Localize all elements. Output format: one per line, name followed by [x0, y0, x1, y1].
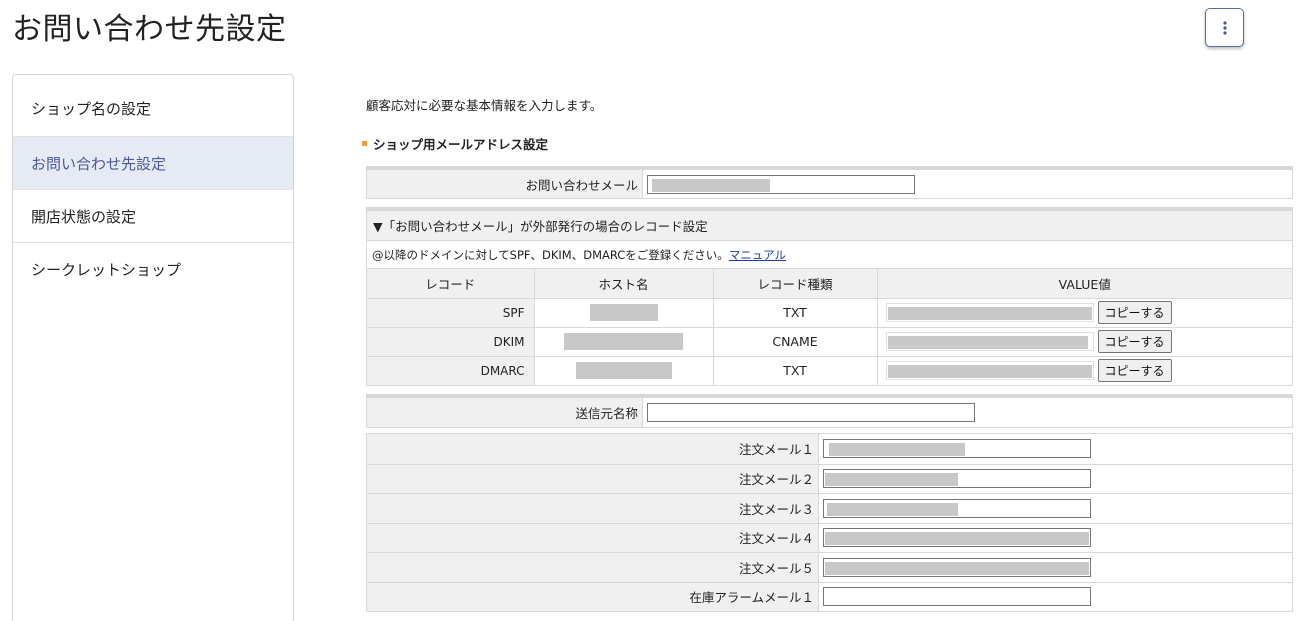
order-mail-1-input[interactable] [823, 439, 1091, 459]
manual-link[interactable]: マニュアル [729, 247, 786, 263]
order-mail-2-label: 注文メール２ [367, 464, 819, 493]
copy-button[interactable]: コピーする [1097, 359, 1172, 383]
record-type: CNAME [713, 326, 878, 356]
record-settings-note: @以降のドメインに対してSPF、DKIM、DMARCをご登録ください。 マニュア… [367, 241, 1292, 269]
contact-mail-block: お問い合わせメール [366, 166, 1293, 199]
record-type: TXT [713, 355, 878, 385]
section-title: ショップ用メールアドレス設定 [362, 134, 1293, 153]
more-options-button[interactable] [1205, 8, 1244, 47]
value-cell: コピーする [877, 297, 1292, 327]
redacted-value [825, 473, 958, 487]
table-row: DKIM CNAME コピーする [367, 326, 1292, 356]
column-header-type: レコード種類 [713, 269, 878, 299]
contact-mail-label: お問い合わせメール [367, 170, 643, 198]
contact-mail-input[interactable] [647, 174, 915, 194]
sender-name-label: 送信元名称 [367, 398, 643, 427]
settings-sidebar: ショップ名の設定 お問い合わせ先設定 開店状態の設定 シークレットショップ [12, 74, 294, 621]
intro-text: 顧客応対に必要な基本情報を入力します。 [366, 98, 603, 113]
order-mail-4-label: 注文メール４ [367, 523, 819, 552]
record-note-text: @以降のドメインに対してSPF、DKIM、DMARCをご登録ください。 [372, 247, 729, 262]
value-cell: コピーする [877, 355, 1292, 385]
record-value-field[interactable] [885, 303, 1094, 322]
column-header-value: VALUE値 [877, 269, 1292, 299]
table-row: SPF TXT コピーする [367, 297, 1292, 327]
redacted-value [887, 365, 1092, 379]
sidebar-item-label: ショップ名の設定 [31, 100, 152, 118]
square-bullet-icon [362, 141, 367, 146]
dns-record-block: ▼「お問い合わせメール」が外部発行の場合のレコード設定 @以降のドメインに対して… [366, 207, 1293, 386]
kebab-menu-icon [1222, 20, 1227, 35]
list-item: 注文メール５ [367, 552, 1292, 582]
order-mail-2-input[interactable] [823, 469, 1091, 489]
host-name-cell [534, 297, 714, 327]
redacted-value [887, 336, 1088, 349]
order-mail-4-input[interactable] [823, 528, 1091, 548]
order-mail-5-input[interactable] [823, 557, 1091, 577]
host-name-cell [534, 355, 714, 385]
sidebar-item-secret-shop[interactable]: シークレットショップ [13, 243, 293, 296]
host-name-cell [534, 326, 714, 356]
redacted-value [825, 561, 1089, 575]
sidebar-item-open-status[interactable]: 開店状態の設定 [13, 190, 293, 243]
sidebar-item-label: 開店状態の設定 [31, 207, 137, 226]
record-name: SPF [367, 297, 535, 327]
sidebar-item-label: お問い合わせ先設定 [31, 154, 167, 173]
record-type: TXT [713, 297, 878, 327]
list-item: 注文メール４ [367, 522, 1292, 552]
record-value-field[interactable] [885, 332, 1094, 351]
list-item: 注文メール３ [367, 493, 1292, 523]
table-row: DMARC TXT コピーする [367, 355, 1292, 385]
redacted-value [825, 532, 1089, 546]
value-cell: コピーする [877, 326, 1292, 356]
section-title-text: ショップ用メールアドレス設定 [373, 137, 549, 152]
record-value-field[interactable] [885, 361, 1094, 381]
record-name: DMARC [367, 355, 535, 385]
record-name: DKIM [367, 326, 535, 356]
order-mail-3-label: 注文メール３ [367, 494, 819, 523]
record-settings-header: ▼「お問い合わせメール」が外部発行の場合のレコード設定 [367, 211, 1292, 241]
list-item: 注文メール２ [367, 463, 1292, 493]
stock-alarm-mail-1-input[interactable] [823, 587, 1091, 607]
list-item: 在庫アラームメール１ [367, 581, 1292, 611]
redacted-value [652, 178, 770, 192]
redacted-value [575, 362, 672, 380]
sender-name-input[interactable] [647, 403, 975, 422]
list-item: 注文メール１ [367, 434, 1292, 464]
column-header-record: レコード [367, 269, 535, 299]
order-mail-5-label: 注文メール５ [367, 553, 819, 582]
redacted-value [829, 443, 965, 457]
dns-record-table: レコード ホスト名 レコード種類 VALUE値 SPF TXT コピーする DK… [367, 269, 1292, 385]
redacted-value [827, 502, 958, 516]
sender-name-block: 送信元名称 [366, 394, 1293, 428]
order-mail-3-input[interactable] [823, 498, 1091, 518]
order-mail-block: 注文メール１ 注文メール２ 注文メール３ 注文メール４ 注文メール５ 在庫アラー… [366, 433, 1293, 612]
sidebar-item-contact-settings[interactable]: お問い合わせ先設定 [13, 137, 293, 190]
redacted-value [887, 307, 1092, 320]
column-header-host: ホスト名 [534, 269, 714, 299]
sidebar-item-label: シークレットショップ [31, 261, 182, 279]
page-title: お問い合わせ先設定 [12, 12, 287, 47]
sidebar-item-shop-name[interactable]: ショップ名の設定 [13, 75, 293, 137]
main-content: 顧客応対に必要な基本情報を入力します。 ショップ用メールアドレス設定 お問い合わ… [362, 95, 1293, 612]
redacted-value [564, 333, 683, 350]
stock-alarm-mail-1-label: 在庫アラームメール１ [367, 582, 819, 611]
order-mail-1-label: 注文メール１ [367, 434, 819, 464]
redacted-value [589, 304, 658, 321]
copy-button[interactable]: コピーする [1097, 330, 1172, 353]
copy-button[interactable]: コピーする [1097, 301, 1172, 324]
